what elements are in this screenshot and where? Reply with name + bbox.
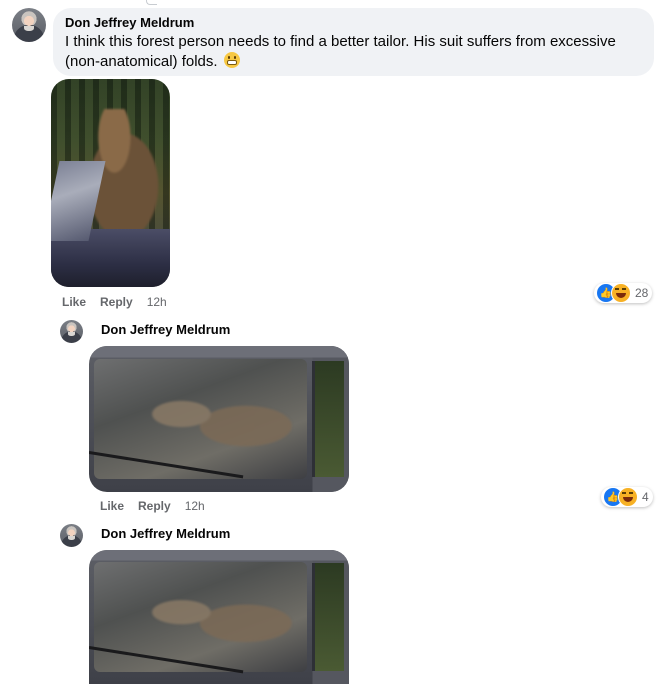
grimacing-face-emoji-icon [223, 52, 240, 68]
reaction-count: 4 [642, 490, 649, 504]
reply-photo[interactable] [89, 550, 349, 684]
haha-reaction-icon [611, 283, 631, 303]
reply-button[interactable]: Reply [100, 295, 133, 309]
comment-text-body: I think this forest person needs to find… [65, 33, 616, 70]
like-button[interactable]: Like [62, 295, 86, 309]
reply-avatar[interactable] [60, 524, 83, 547]
photo-creature-inside-car [146, 590, 308, 664]
like-button[interactable]: Like [100, 499, 124, 513]
reply-avatar[interactable] [60, 320, 83, 343]
reaction-count: 28 [635, 286, 649, 300]
timestamp[interactable]: 12h [185, 499, 205, 513]
reply-button[interactable]: Reply [138, 499, 171, 513]
comment-actions: Like Reply 12h [62, 294, 167, 310]
comment-bubble: Don Jeffrey Meldrum I think this forest … [53, 8, 654, 76]
reply-author[interactable]: Don Jeffrey Meldrum [101, 322, 230, 338]
avatar[interactable] [12, 8, 46, 42]
thread-connector-line [146, 0, 157, 5]
comment-author[interactable]: Don Jeffrey Meldrum [65, 15, 642, 31]
reply-photo[interactable] [89, 346, 349, 492]
reply-actions: Like Reply 12h [100, 498, 205, 514]
reaction-summary[interactable]: 👍 28 [594, 283, 653, 303]
comment-photo[interactable] [51, 79, 170, 287]
haha-reaction-icon [618, 487, 638, 507]
photo-creature-inside-car [146, 389, 308, 471]
timestamp[interactable]: 12h [147, 295, 167, 309]
photo-side-window [312, 360, 344, 478]
reply-author[interactable]: Don Jeffrey Meldrum [101, 526, 230, 542]
comment-text: I think this forest person needs to find… [65, 32, 642, 72]
reaction-summary[interactable]: 👍 4 [601, 487, 653, 507]
photo-side-window [312, 563, 344, 671]
